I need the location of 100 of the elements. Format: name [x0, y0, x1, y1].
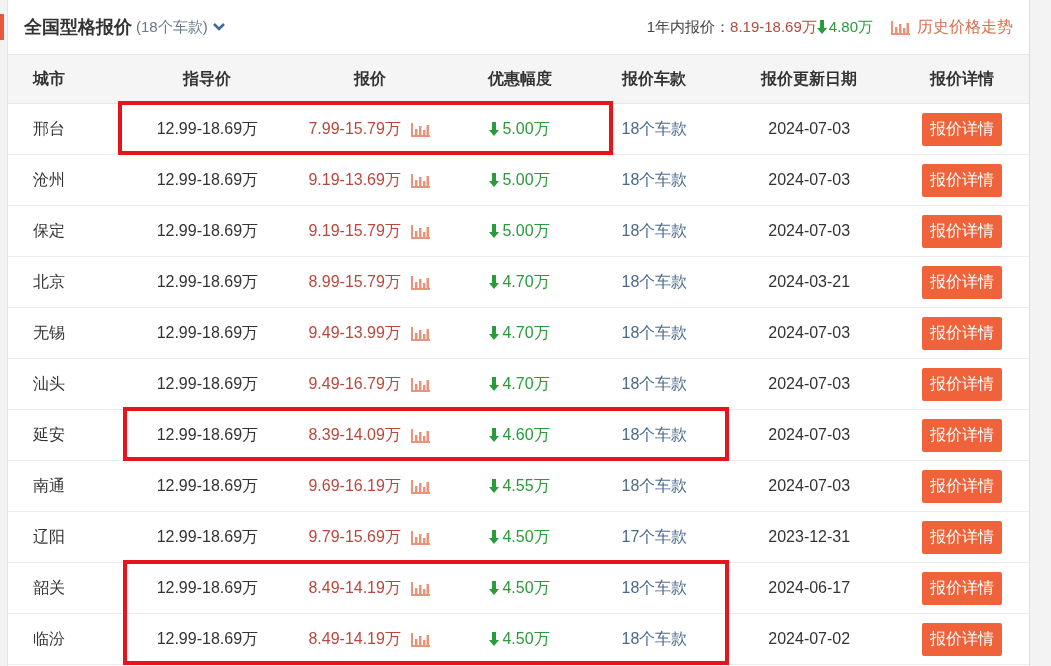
- discount-cell-text: 5.00万: [502, 221, 550, 241]
- down-arrow-icon: [489, 479, 500, 493]
- column-header: 城市: [33, 69, 65, 89]
- discount-cell-text: 4.70万: [502, 272, 550, 292]
- models-link[interactable]: 18个车款: [621, 576, 688, 600]
- model-count: (18个车款): [136, 16, 208, 37]
- quote-details-button[interactable]: 报价详情: [921, 469, 1002, 503]
- models-link[interactable]: 17个车款: [621, 525, 688, 549]
- discount-cell-text: 5.00万: [502, 119, 550, 139]
- down-arrow-icon: [816, 20, 827, 34]
- down-arrow-icon: [489, 581, 500, 595]
- bar-chart-icon[interactable]: [410, 223, 431, 239]
- chevron-down-icon[interactable]: [211, 22, 226, 32]
- quote-details-button[interactable]: 报价详情: [921, 622, 1002, 656]
- bar-chart-icon[interactable]: [410, 325, 431, 341]
- discount-cell-text: 4.50万: [502, 629, 550, 649]
- date-cell-text: 2024-07-03: [768, 119, 851, 139]
- guide-price-cell-text: 12.99-18.69万: [156, 272, 259, 292]
- guide-price-cell-text: 12.99-18.69万: [156, 578, 259, 598]
- guide-price-cell-text: 12.99-18.69万: [156, 323, 259, 343]
- city-cell-text: 延安: [33, 425, 65, 445]
- down-arrow-icon: [489, 275, 500, 289]
- date-cell-text: 2024-07-03: [768, 221, 851, 241]
- discount-cell-text: 4.70万: [502, 374, 550, 394]
- year-price-drop: 4.80万: [828, 16, 873, 37]
- year-quote-label: 1年内报价：: [646, 16, 731, 37]
- history-trend-link[interactable]: 历史价格走势: [891, 15, 1013, 39]
- quote-details-button[interactable]: 报价详情: [921, 571, 1002, 605]
- date-cell-text: 2024-07-03: [768, 323, 851, 343]
- city-cell-text: 汕头: [33, 374, 65, 394]
- models-link[interactable]: 18个车款: [621, 627, 688, 651]
- city-cell-text: 邢台: [33, 119, 65, 139]
- guide-price-cell-text: 12.99-18.69万: [156, 221, 259, 241]
- down-arrow-icon: [489, 224, 500, 238]
- discount-cell-text: 4.50万: [502, 578, 550, 598]
- column-header: 报价车款: [622, 69, 687, 89]
- bar-chart-icon[interactable]: [410, 631, 431, 647]
- quote-price-cell-text: 9.19-13.69万: [308, 170, 401, 190]
- column-header: 报价: [353, 69, 386, 89]
- models-link[interactable]: 18个车款: [621, 168, 688, 192]
- discount-cell-text: 4.70万: [502, 323, 550, 343]
- models-link[interactable]: 18个车款: [621, 474, 688, 498]
- column-header: 报价更新日期: [761, 69, 858, 89]
- quote-price-cell-text: 8.99-15.79万: [308, 272, 401, 292]
- bar-chart-icon[interactable]: [410, 529, 431, 545]
- bar-chart-icon: [891, 19, 911, 35]
- bar-chart-icon[interactable]: [410, 376, 431, 392]
- city-cell-text: 北京: [33, 272, 65, 292]
- quote-price-cell-text: 9.19-15.79万: [308, 221, 401, 241]
- models-link[interactable]: 18个车款: [621, 372, 688, 396]
- date-cell-text: 2024-07-02: [768, 629, 851, 649]
- quote-details-button[interactable]: 报价详情: [921, 163, 1002, 197]
- down-arrow-icon: [489, 428, 500, 442]
- date-cell-text: 2024-07-03: [768, 374, 851, 394]
- quote-details-button[interactable]: 报价详情: [921, 316, 1002, 350]
- discount-cell-text: 5.00万: [502, 170, 550, 190]
- down-arrow-icon: [489, 377, 500, 391]
- models-link[interactable]: 18个车款: [621, 423, 688, 447]
- down-arrow-icon: [489, 530, 500, 544]
- down-arrow-icon: [489, 122, 500, 136]
- quote-details-button[interactable]: 报价详情: [921, 367, 1002, 401]
- section-title: 全国型格报价: [24, 15, 132, 39]
- models-link[interactable]: 18个车款: [621, 219, 688, 243]
- quote-details-button[interactable]: 报价详情: [921, 520, 1002, 554]
- quote-price-cell-text: 9.49-16.79万: [308, 374, 401, 394]
- quote-price-cell-text: 9.49-13.99万: [308, 323, 401, 343]
- quote-price-cell-text: 9.69-16.19万: [308, 476, 401, 496]
- discount-cell-text: 4.50万: [502, 527, 550, 547]
- quote-details-button[interactable]: 报价详情: [921, 214, 1002, 248]
- accent-bar: [0, 14, 4, 40]
- bar-chart-icon[interactable]: [410, 274, 431, 290]
- quote-details-button[interactable]: 报价详情: [921, 265, 1002, 299]
- bar-chart-icon[interactable]: [410, 121, 431, 137]
- city-cell-text: 辽阳: [33, 527, 65, 547]
- guide-price-cell-text: 12.99-18.69万: [156, 374, 259, 394]
- models-link[interactable]: 18个车款: [621, 270, 688, 294]
- quote-price-cell-text: 9.79-15.69万: [308, 527, 401, 547]
- date-cell-text: 2024-07-03: [768, 425, 851, 445]
- guide-price-cell-text: 12.99-18.69万: [156, 425, 259, 445]
- models-link[interactable]: 18个车款: [621, 321, 688, 345]
- models-link[interactable]: 18个车款: [621, 117, 688, 141]
- quote-details-button[interactable]: 报价详情: [921, 112, 1002, 146]
- city-cell-text: 无锡: [33, 323, 65, 343]
- date-cell-text: 2023-12-31: [768, 527, 851, 547]
- city-cell-text: 临汾: [33, 629, 65, 649]
- quote-price-cell-text: 8.49-14.19万: [308, 578, 401, 598]
- quote-price-cell-text: 8.39-14.09万: [308, 425, 401, 445]
- date-cell-text: 2024-07-03: [768, 476, 851, 496]
- bar-chart-icon[interactable]: [410, 580, 431, 596]
- guide-price-cell-text: 12.99-18.69万: [156, 629, 259, 649]
- bar-chart-icon[interactable]: [410, 427, 431, 443]
- quote-details-button[interactable]: 报价详情: [921, 418, 1002, 452]
- city-cell-text: 沧州: [33, 170, 65, 190]
- down-arrow-icon: [489, 632, 500, 646]
- guide-price-cell-text: 12.99-18.69万: [156, 119, 259, 139]
- guide-price-cell-text: 12.99-18.69万: [156, 476, 259, 496]
- bar-chart-icon[interactable]: [410, 172, 431, 188]
- guide-price-cell-text: 12.99-18.69万: [156, 170, 259, 190]
- column-header: 优惠幅度: [487, 69, 552, 89]
- bar-chart-icon[interactable]: [410, 478, 431, 494]
